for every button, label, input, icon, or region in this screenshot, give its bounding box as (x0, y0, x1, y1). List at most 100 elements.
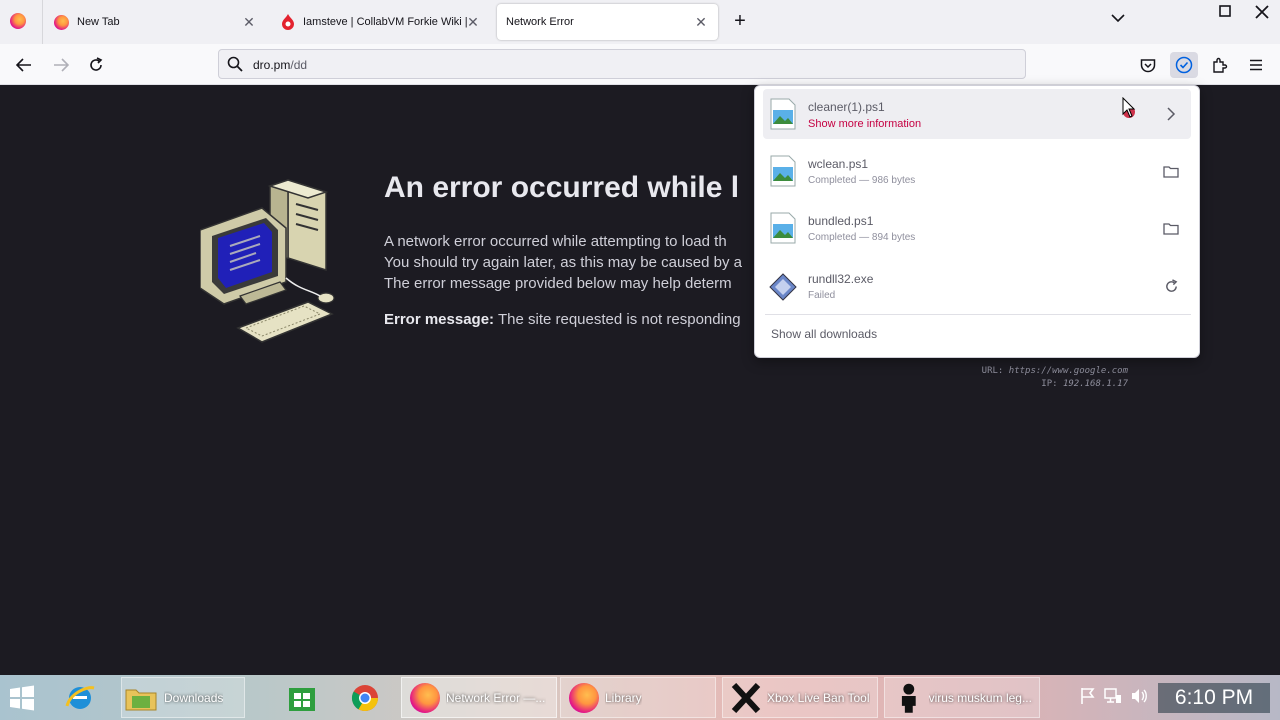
arrow-left-icon (16, 58, 31, 72)
internet-explorer-icon (65, 685, 95, 709)
reload-icon (90, 57, 103, 71)
folder-icon (1163, 165, 1179, 178)
mouse-cursor-icon (1122, 97, 1136, 118)
taskbar: Downloads Network Error —... Library Xbo… (0, 675, 1280, 720)
downloads-button[interactable] (1170, 52, 1198, 78)
close-tab-icon[interactable]: ✕ (692, 13, 710, 31)
internet-explorer-taskbar-icon[interactable] (64, 677, 100, 718)
close-icon (1255, 5, 1269, 19)
figure-icon (901, 683, 916, 713)
tab-divider (42, 0, 43, 44)
new-tab-button[interactable]: + (728, 10, 752, 34)
download-filename: rundll32.exe (808, 272, 874, 286)
start-button[interactable] (8, 677, 42, 718)
retry-download-button[interactable] (1161, 276, 1181, 296)
diag-ip: 192.168.1.17 (1062, 379, 1128, 389)
tab-network-error[interactable]: Network Error ✕ (497, 4, 718, 40)
download-action-button[interactable] (1161, 104, 1181, 124)
download-status: Completed — 986 bytes (808, 175, 916, 186)
action-center-flag-icon[interactable] (1080, 687, 1096, 705)
tab-title: Iamsteve | CollabVM Forkie Wiki | Fa (303, 16, 468, 28)
arrow-right-icon (54, 58, 69, 72)
firefox-icon (54, 14, 69, 30)
address-bar[interactable]: dro.pm/dd (218, 49, 1026, 79)
download-status: Completed — 894 bytes (808, 232, 916, 243)
fandom-icon (282, 14, 294, 30)
x-logo-icon (731, 682, 761, 713)
chevron-down-icon (1111, 14, 1125, 23)
hamburger-menu-icon (1250, 59, 1262, 71)
error-line: A network error occurred while attemptin… (384, 233, 727, 250)
search-icon (227, 56, 243, 72)
folder-icon (1163, 222, 1179, 235)
close-tab-icon[interactable]: ✕ (464, 13, 482, 31)
computer-illustration (200, 178, 335, 343)
file-icon (770, 212, 796, 244)
volume-icon[interactable] (1130, 687, 1148, 705)
extensions-button[interactable] (1206, 52, 1234, 78)
firefox-view-button[interactable] (10, 13, 26, 34)
download-status: Failed (808, 290, 836, 301)
tab-title: New Tab (77, 16, 120, 28)
error-title: An error occurred while l (384, 171, 740, 204)
network-icon[interactable] (1104, 687, 1122, 705)
download-item[interactable]: rundll32.exe Failed (763, 261, 1191, 311)
executable-icon (769, 273, 797, 301)
file-icon (770, 155, 796, 187)
folder-icon (125, 689, 157, 710)
puzzle-icon (1213, 57, 1228, 73)
taskbar-item-label: Downloads (164, 690, 224, 705)
navigation-toolbar: dro.pm/dd (0, 44, 1280, 85)
download-filename: wclean.ps1 (808, 157, 869, 171)
error-message: Error message: The site requested is not… (384, 311, 754, 328)
download-filename: bundled.ps1 (808, 214, 874, 228)
download-filename: cleaner(1).ps1 (808, 100, 885, 114)
diag-ip-label: IP: (1041, 379, 1058, 389)
chrome-icon (351, 684, 379, 711)
app-menu-button[interactable] (1242, 52, 1270, 78)
diagnostic-info: URL: https://www.google.com IP: 192.168.… (900, 365, 1128, 391)
taskbar-item-downloads[interactable]: Downloads (121, 677, 245, 718)
taskbar-item-label: Library (605, 690, 642, 705)
error-line: The error message provided below may hel… (384, 275, 732, 292)
show-in-folder-button[interactable] (1161, 161, 1181, 181)
window-close-button[interactable] (1252, 2, 1272, 22)
store-taskbar-icon[interactable] (287, 677, 321, 718)
show-in-folder-button[interactable] (1161, 218, 1181, 238)
taskbar-item-library[interactable]: Library (560, 677, 716, 718)
retry-icon (1165, 278, 1177, 292)
error-message-label: Error message: (384, 311, 495, 328)
downloads-panel: cleaner(1).ps1 Show more information wcl… (754, 85, 1200, 358)
taskbar-item-virus-muskum[interactable]: virus muskum leg... (884, 677, 1040, 718)
download-item[interactable]: bundled.ps1 Completed — 894 bytes (763, 203, 1191, 253)
firefox-icon (10, 13, 26, 29)
taskbar-item-firefox-network-error[interactable]: Network Error —... (401, 677, 557, 718)
show-more-info-link[interactable]: Show more information (808, 118, 921, 130)
download-item[interactable]: wclean.ps1 Completed — 986 bytes (763, 146, 1191, 196)
download-complete-icon (1175, 56, 1193, 74)
taskbar-item-label: virus muskum leg... (928, 690, 1032, 705)
close-tab-icon[interactable]: ✕ (240, 13, 258, 31)
tab-new-tab[interactable]: New Tab ✕ (46, 4, 266, 40)
error-description: A network error occurred while attemptin… (384, 231, 754, 294)
diag-url: https://www.google.com (1008, 366, 1128, 376)
forward-button[interactable] (48, 52, 74, 78)
back-button[interactable] (11, 52, 37, 78)
maximize-icon (1219, 5, 1231, 17)
chrome-taskbar-icon[interactable] (350, 677, 384, 718)
pocket-button[interactable] (1134, 52, 1162, 78)
taskbar-item-xbox-live-ban-tool[interactable]: Xbox Live Ban Tool (722, 677, 878, 718)
address-text: dro.pm/dd (253, 58, 307, 72)
taskbar-item-label: Xbox Live Ban Tool (767, 690, 870, 705)
diag-url-label: URL: (981, 366, 1004, 376)
reload-button[interactable] (83, 52, 109, 78)
chevron-right-icon (1167, 107, 1176, 121)
list-all-tabs-button[interactable] (1108, 10, 1128, 32)
divider (765, 314, 1191, 315)
tab-strip: New Tab ✕ Iamsteve | CollabVM Forkie Wik… (0, 0, 1280, 44)
maximize-button[interactable] (1218, 4, 1236, 22)
taskbar-clock[interactable]: 6:10 PM (1158, 683, 1270, 713)
tab-collabvm-wiki[interactable]: Iamsteve | CollabVM Forkie Wiki | Fa ✕ (272, 4, 490, 40)
pocket-icon (1140, 58, 1156, 72)
show-all-downloads-button[interactable]: Show all downloads (771, 327, 877, 341)
